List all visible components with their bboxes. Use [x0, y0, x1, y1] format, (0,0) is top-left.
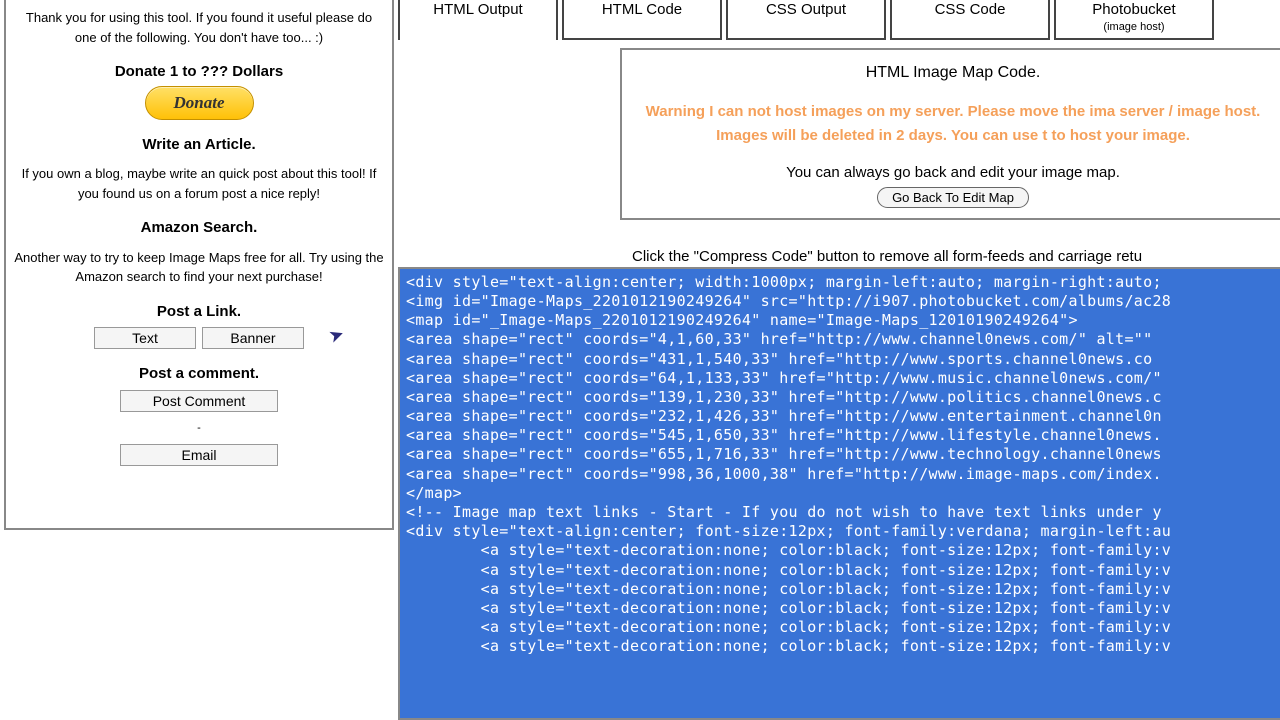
amazon-heading: Amazon Search. — [14, 217, 384, 240]
article-heading: Write an Article. — [14, 134, 384, 157]
tab-label: HTML Code — [602, 1, 682, 18]
donate-button[interactable]: Donate — [145, 86, 254, 120]
warning-text: Warning I can not host images on my serv… — [636, 100, 1270, 148]
go-back-button[interactable]: Go Back To Edit Map — [877, 187, 1029, 208]
info-text: You can always go back and edit your ima… — [636, 164, 1270, 181]
tab-label: Photobucket — [1092, 1, 1175, 18]
amazon-text: Another way to try to keep Image Maps fr… — [14, 248, 384, 287]
tab-bar: HTML Output HTML Code CSS Output CSS Cod… — [394, 0, 1280, 40]
tab-css-code[interactable]: CSS Code — [890, 0, 1050, 40]
email-button[interactable]: Email — [120, 444, 278, 466]
sidebar: Thank you for using this tool. If you fo… — [4, 0, 394, 530]
code-output[interactable]: <div style="text-align:center; width:100… — [398, 267, 1280, 720]
main-panel: HTML Output HTML Code CSS Output CSS Cod… — [394, 0, 1280, 720]
intro-text: Thank you for using this tool. If you fo… — [14, 8, 384, 47]
article-text: If you own a blog, maybe write an quick … — [14, 164, 384, 203]
content-title: HTML Image Map Code. — [636, 64, 1270, 82]
comment-heading: Post a comment. — [14, 363, 384, 386]
tab-html-output[interactable]: HTML Output — [398, 0, 558, 40]
link-heading: Post a Link. — [14, 301, 384, 324]
text-button[interactable]: Text — [94, 327, 196, 349]
tab-sublabel: (image host) — [1066, 20, 1202, 34]
content-box: HTML Image Map Code. Warning I can not h… — [620, 48, 1280, 220]
tab-label: CSS Code — [935, 1, 1006, 18]
tab-html-code[interactable]: HTML Code — [562, 0, 722, 40]
tab-label: CSS Output — [766, 1, 846, 18]
tab-photobucket[interactable]: Photobucket (image host) — [1054, 0, 1214, 40]
compress-instruction: Click the "Compress Code" button to remo… — [632, 248, 1280, 265]
post-comment-button[interactable]: Post Comment — [120, 390, 278, 412]
tab-css-output[interactable]: CSS Output — [726, 0, 886, 40]
divider-dash: - — [14, 420, 384, 437]
tab-label: HTML Output — [433, 1, 522, 18]
banner-button[interactable]: Banner — [202, 327, 304, 349]
donate-heading: Donate 1 to ??? Dollars — [14, 61, 384, 84]
